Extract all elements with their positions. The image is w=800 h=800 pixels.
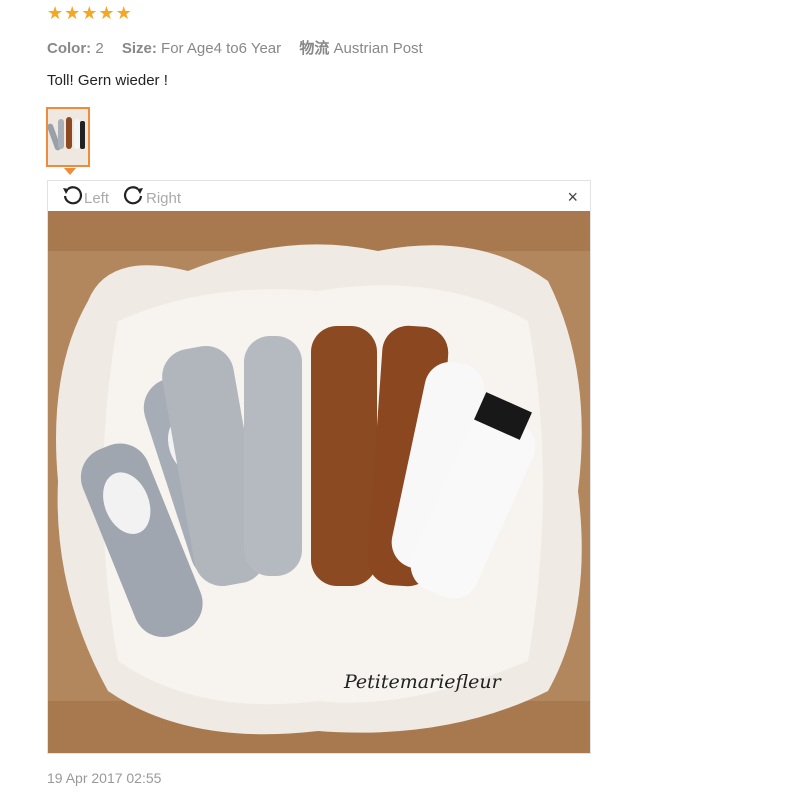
star-icon: ★ xyxy=(98,3,115,23)
rotate-left-icon xyxy=(60,184,84,212)
color-value: 2 xyxy=(95,40,104,57)
shipping-label: 物流 xyxy=(299,40,330,57)
thumbnail-selected-caret xyxy=(64,168,76,175)
size-label: Size: xyxy=(121,40,157,57)
star-rating: ★ ★ ★ ★ ★ xyxy=(47,4,132,22)
photo-viewer: Left Right × Petitemariefleur xyxy=(47,180,591,754)
review-date: 19 Apr 2017 02:55 xyxy=(47,770,162,786)
rotate-right-icon xyxy=(122,184,146,212)
rotate-left-label: Left xyxy=(84,189,110,207)
review-comment: Toll! Gern wieder ! xyxy=(47,72,168,89)
star-icon: ★ xyxy=(81,3,98,23)
color-label: Color: xyxy=(47,40,92,57)
photo-viewer-toolbar: Left Right × xyxy=(48,181,590,211)
star-icon: ★ xyxy=(64,3,81,23)
rotate-right-label: Right xyxy=(146,189,182,207)
star-icon: ★ xyxy=(115,3,132,23)
shipping-value: Austrian Post xyxy=(333,40,423,57)
review-photo-thumbnail[interactable] xyxy=(46,107,90,167)
review-photo: Petitemariefleur xyxy=(48,211,590,753)
rotate-left-button[interactable]: Left xyxy=(60,184,109,212)
review-attributes: Color: 2 Size: For Age4 to6 Year 物流 Aust… xyxy=(47,37,437,58)
size-value: For Age4 to6 Year xyxy=(161,40,282,57)
close-icon[interactable]: × xyxy=(567,187,578,208)
star-icon: ★ xyxy=(47,3,64,23)
photo-watermark: Petitemariefleur xyxy=(344,671,501,693)
rotate-right-button[interactable]: Right xyxy=(122,184,181,212)
